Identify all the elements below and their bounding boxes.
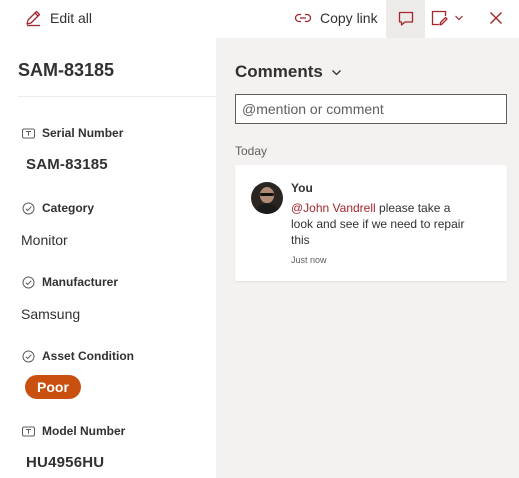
chevron-down-icon [455, 15, 463, 21]
field-value-model-number[interactable]: HU4956HU [26, 454, 104, 471]
copy-link-button[interactable]: Copy link [294, 8, 378, 28]
choice-check-icon [22, 350, 35, 362]
comment-card: You @John Vandrell please take a look an… [235, 165, 507, 281]
comment-icon [398, 11, 413, 26]
edit-all-button[interactable]: Edit all [24, 8, 92, 28]
comments-pane: Comments Today You @John Vandrell please… [216, 38, 519, 478]
link-icon [294, 13, 312, 23]
pencil-icon [26, 10, 41, 27]
text-field-icon [22, 426, 35, 436]
choice-check-icon [22, 202, 35, 214]
close-button[interactable] [486, 8, 506, 28]
field-label-model-number: Model Number [22, 424, 125, 438]
comment-input[interactable] [235, 94, 507, 124]
field-value-serial-number[interactable]: SAM-83185 [26, 156, 108, 173]
copy-link-label: Copy link [320, 10, 378, 26]
asset-condition-pill[interactable]: Poor [25, 375, 81, 399]
comment-mention[interactable]: @John Vandrell [291, 201, 376, 215]
field-value-manufacturer[interactable]: Samsung [21, 306, 80, 322]
edit-form-button[interactable] [430, 8, 464, 28]
item-details-pane: SAM-83185 Serial Number SAM-83185 Catego… [0, 38, 216, 478]
close-icon [490, 12, 502, 24]
choice-check-icon [22, 276, 35, 288]
text-field-icon [22, 128, 35, 138]
edit-all-label: Edit all [50, 10, 93, 26]
field-label-serial-number: Serial Number [22, 126, 123, 140]
title-divider [18, 96, 216, 97]
avatar [251, 182, 283, 214]
field-label-asset-condition: Asset Condition [22, 349, 134, 363]
field-value-category[interactable]: Monitor [21, 232, 68, 248]
comments-title: Comments [235, 62, 323, 81]
chevron-down-icon [331, 69, 341, 75]
comment-group-label: Today [235, 144, 268, 158]
form-edit-icon [431, 10, 448, 26]
item-title: SAM-83185 [18, 60, 115, 80]
comment-author: You [291, 181, 313, 195]
comments-header[interactable]: Comments [235, 62, 342, 82]
command-bar: Edit all Copy link [0, 0, 519, 38]
comment-body: @John Vandrell please take a look and se… [291, 200, 469, 248]
comments-toggle-button[interactable] [386, 0, 425, 38]
comment-timestamp: Just now [291, 255, 327, 265]
field-label-manufacturer: Manufacturer [22, 275, 118, 289]
field-label-category: Category [22, 201, 94, 215]
